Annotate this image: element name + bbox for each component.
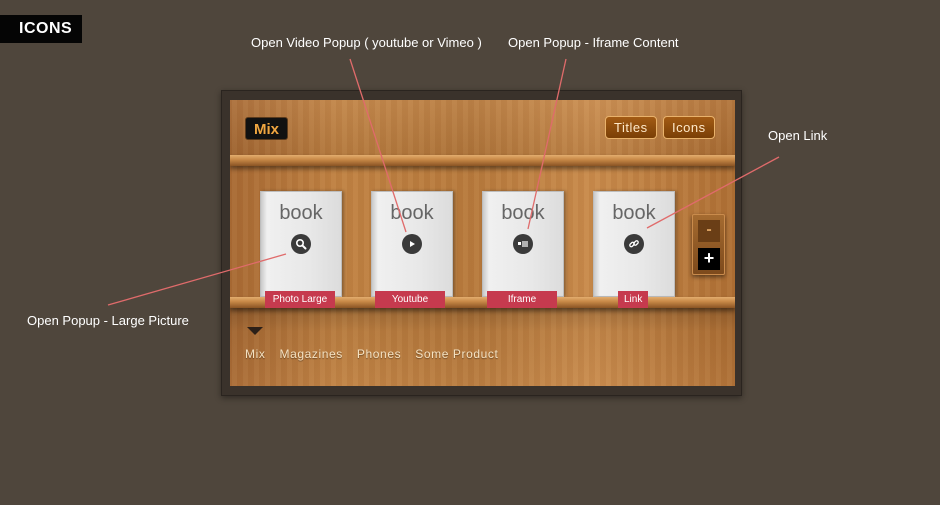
search-icon[interactable]	[291, 234, 311, 254]
book-title: book	[612, 202, 656, 224]
category-some-product[interactable]: Some Product	[415, 347, 498, 361]
book-label-youtube[interactable]: Youtube	[375, 291, 445, 308]
book-label-link[interactable]: Link	[618, 291, 648, 308]
category-mix[interactable]: Mix	[245, 347, 265, 361]
iframe-icon[interactable]	[513, 234, 533, 254]
annotation-open-link: Open Link	[768, 128, 828, 143]
active-category-badge: Mix	[245, 117, 289, 140]
shelf-plank-top	[230, 155, 735, 166]
book-label-photo-large[interactable]: Photo Large	[265, 291, 335, 308]
section-badge: ICONS	[0, 15, 82, 43]
play-icon[interactable]	[402, 234, 422, 254]
zoom-controls: - +	[692, 214, 725, 275]
icons-button[interactable]: Icons	[663, 116, 715, 139]
shelf-header	[230, 100, 735, 155]
zoom-out-button[interactable]: -	[698, 220, 720, 242]
category-nav: Mix Magazines Phones Some Product	[245, 347, 512, 361]
book-photo-large[interactable]: book	[260, 191, 342, 297]
book-title: book	[390, 202, 434, 224]
book-iframe[interactable]: book	[482, 191, 564, 297]
book-title: book	[279, 202, 323, 224]
bookshelf-frame: Mix Titles Icons book Photo Large book Y…	[221, 90, 742, 396]
bookshelf: Mix Titles Icons book Photo Large book Y…	[230, 100, 735, 386]
annotation-large-picture: Open Popup - Large Picture	[27, 313, 189, 328]
category-phones[interactable]: Phones	[357, 347, 401, 361]
category-magazines[interactable]: Magazines	[279, 347, 342, 361]
zoom-in-button[interactable]: +	[698, 248, 720, 270]
titles-button[interactable]: Titles	[605, 116, 657, 139]
book-youtube[interactable]: book	[371, 191, 453, 297]
annotation-video-popup: Open Video Popup ( youtube or Vimeo )	[251, 35, 482, 50]
book-link[interactable]: book	[593, 191, 675, 297]
caret-down-icon	[247, 327, 263, 335]
book-title: book	[501, 202, 545, 224]
book-label-iframe[interactable]: Iframe	[487, 291, 557, 308]
link-icon[interactable]	[624, 234, 644, 254]
annotation-iframe-popup: Open Popup - Iframe Content	[508, 35, 679, 50]
